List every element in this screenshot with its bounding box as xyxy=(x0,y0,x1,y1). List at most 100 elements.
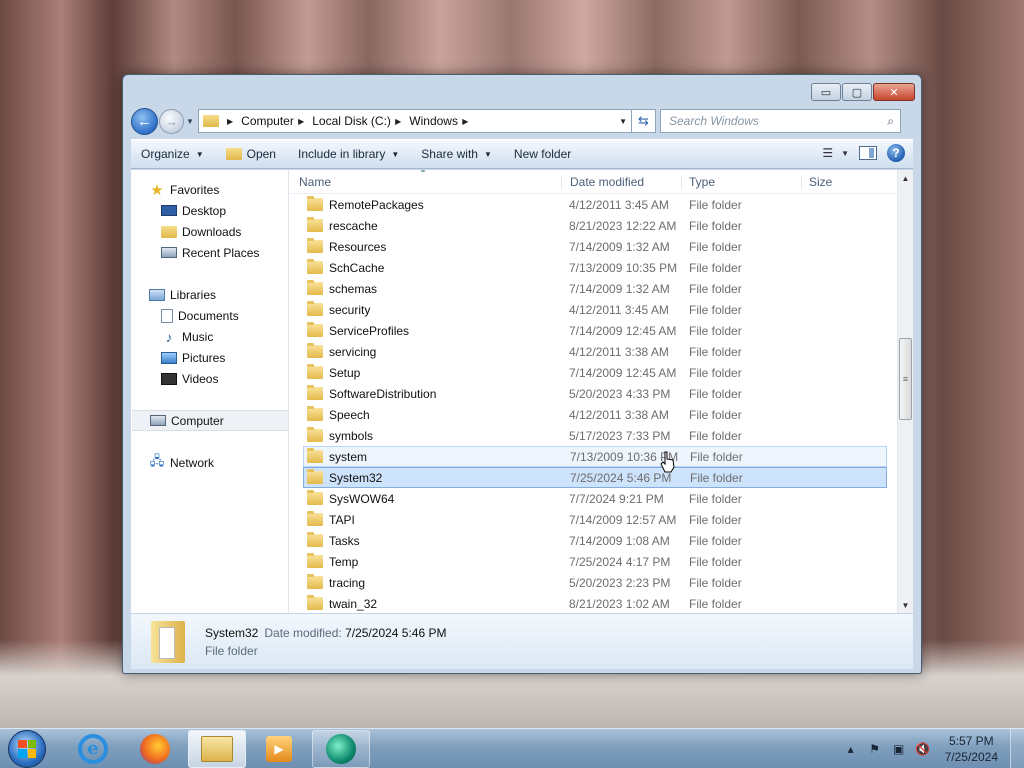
details-pane: System32 Date modified: 7/25/2024 5:46 PM… xyxy=(131,613,913,669)
column-header-date-modified[interactable]: Date modified xyxy=(561,174,681,189)
nav-videos[interactable]: Videos xyxy=(131,368,288,389)
taskbar-windows-explorer[interactable] xyxy=(188,729,246,768)
volume-muted-icon[interactable]: 🔇 xyxy=(915,741,931,757)
table-row[interactable]: SchCache 7/13/2009 10:35 PM File folder xyxy=(289,257,897,278)
refresh-button[interactable]: ⇆ xyxy=(632,109,656,133)
table-row[interactable]: schemas 7/14/2009 1:32 AM File folder xyxy=(289,278,897,299)
file-name-cell: System32 xyxy=(304,469,562,485)
new-folder-button[interactable]: New folder xyxy=(514,147,571,161)
action-center-flag-icon[interactable]: ⚑ xyxy=(867,741,883,757)
table-row[interactable]: security 4/12/2011 3:45 AM File folder xyxy=(289,299,897,320)
change-view-button[interactable]: ☰ ▼ xyxy=(822,146,849,160)
crumb-windows[interactable]: Windows ▶ xyxy=(409,114,476,128)
vertical-scrollbar[interactable]: ▲ ≡ ▼ xyxy=(897,170,913,613)
open-button[interactable]: Open xyxy=(225,147,276,161)
table-row[interactable]: Setup 7/14/2009 12:45 AM File folder xyxy=(289,362,897,383)
table-row[interactable]: symbols 5/17/2023 7:33 PM File folder xyxy=(289,425,897,446)
nav-favorites[interactable]: ★ Favorites xyxy=(131,179,288,200)
downloads-icon xyxy=(161,225,177,238)
taskbar-firefox[interactable] xyxy=(126,730,184,768)
chevron-right-icon[interactable]: ▶ xyxy=(393,117,401,126)
include-in-library-button[interactable]: Include in library ▼ xyxy=(298,147,399,161)
taskbar: e ▶ ▴ ⚑ ▣ 🔇 5:57 PM 7/25/2024 xyxy=(0,728,1024,768)
file-name-cell: SchCache xyxy=(289,259,561,275)
file-name-cell: schemas xyxy=(289,280,561,296)
table-row[interactable]: twain_32 8/21/2023 1:02 AM File folder xyxy=(289,593,897,613)
recent-places-icon xyxy=(161,247,177,258)
nav-network[interactable]: 🖧 Network xyxy=(131,452,288,473)
close-button[interactable]: ✕ xyxy=(873,83,915,101)
nav-computer[interactable]: Computer xyxy=(132,410,288,431)
preview-pane-icon[interactable] xyxy=(859,146,877,160)
crumb-local-disk[interactable]: Local Disk (C:) ▶ xyxy=(312,114,409,128)
clock[interactable]: 5:57 PM 7/25/2024 xyxy=(945,733,998,765)
back-arrow-icon: ← xyxy=(137,112,152,130)
taskbar-media-player[interactable]: ▶ xyxy=(250,730,308,768)
table-row[interactable]: system 7/13/2009 10:36 PM File folder xyxy=(303,446,887,467)
search-icon[interactable]: ⌕ xyxy=(887,114,894,129)
minimize-button[interactable]: ▭ xyxy=(811,83,841,101)
table-row[interactable]: Temp 7/25/2024 4:17 PM File folder xyxy=(289,551,897,572)
network-status-icon[interactable]: ▣ xyxy=(891,741,907,757)
column-header-size[interactable]: Size xyxy=(801,174,881,189)
date-modified-cell: 7/14/2009 1:32 AM xyxy=(569,239,670,254)
table-row[interactable]: servicing 4/12/2011 3:38 AM File folder xyxy=(289,341,897,362)
chevron-right-icon[interactable]: ▶ xyxy=(460,117,468,126)
nav-desktop[interactable]: Desktop xyxy=(131,200,288,221)
breadcrumb[interactable]: ▶ Computer ▶ Local Disk (C:) ▶ Windows ▶… xyxy=(198,109,632,133)
videos-icon xyxy=(161,372,177,385)
nav-recent-places[interactable]: Recent Places xyxy=(131,242,288,263)
scroll-up-icon[interactable]: ▲ xyxy=(898,170,913,186)
date-modified-cell: 7/13/2009 10:35 PM xyxy=(569,260,678,275)
table-row[interactable]: SoftwareDistribution 5/20/2023 4:33 PM Fil… xyxy=(289,383,897,404)
date-modified-cell: 4/12/2011 3:45 AM xyxy=(569,197,669,212)
taskbar-app-running[interactable] xyxy=(312,729,370,768)
computer-icon xyxy=(150,415,166,426)
nav-libraries[interactable]: Libraries xyxy=(131,284,288,305)
address-dropdown-icon[interactable]: ▼ xyxy=(619,117,627,126)
taskbar-internet-explorer[interactable]: e xyxy=(64,730,122,768)
chevron-right-icon[interactable]: ▶ xyxy=(296,117,304,126)
chevron-down-icon: ▼ xyxy=(391,149,400,159)
nav-pictures[interactable]: Pictures xyxy=(131,347,288,368)
column-header-type[interactable]: Type xyxy=(681,174,801,189)
forward-button[interactable]: → xyxy=(159,108,184,134)
search-input[interactable]: Search Windows ⌕ xyxy=(660,109,901,133)
table-row[interactable]: ServiceProfiles 7/14/2009 12:45 AM File fo… xyxy=(289,320,897,341)
maximize-button[interactable]: ▢ xyxy=(842,83,872,101)
libraries-icon xyxy=(149,288,165,301)
date-modified-cell: 7/14/2009 12:45 AM xyxy=(569,365,677,380)
back-button[interactable]: ← xyxy=(131,107,158,135)
table-row[interactable]: tracing 5/20/2023 2:23 PM File folder xyxy=(289,572,897,593)
scroll-down-icon[interactable]: ▼ xyxy=(898,597,913,613)
table-row[interactable]: Speech 4/12/2011 3:38 AM File folder xyxy=(289,404,897,425)
type-cell: File folder xyxy=(689,197,742,212)
date-modified-cell: 4/12/2011 3:38 AM xyxy=(569,344,669,359)
organize-button[interactable]: Organize ▼ xyxy=(141,147,204,161)
folder-icon xyxy=(307,322,323,337)
nav-music[interactable]: ♪ Music xyxy=(131,326,288,347)
show-hidden-icons-icon[interactable]: ▴ xyxy=(843,741,859,757)
table-row[interactable]: Resources 7/14/2009 1:32 AM File folder xyxy=(289,236,897,257)
type-cell: File folder xyxy=(689,365,742,380)
crumb-computer[interactable]: Computer ▶ xyxy=(241,114,312,128)
file-name-cell: servicing xyxy=(289,343,561,359)
recent-pages-dropdown[interactable]: ▼ xyxy=(184,117,196,126)
help-icon[interactable]: ? xyxy=(887,144,905,162)
nav-documents[interactable]: Documents xyxy=(131,305,288,326)
table-row[interactable]: TAPI 7/14/2009 12:57 AM File folder xyxy=(289,509,897,530)
start-button[interactable] xyxy=(8,729,46,768)
folder-icon xyxy=(307,217,323,232)
table-row[interactable]: SysWOW64 7/7/2024 9:21 PM File folder xyxy=(289,488,897,509)
nav-downloads[interactable]: Downloads xyxy=(131,221,288,242)
share-with-button[interactable]: Share with ▼ xyxy=(421,147,492,161)
table-row[interactable]: Tasks 7/14/2009 1:08 AM File folder xyxy=(289,530,897,551)
column-header-name[interactable]: ▲Name xyxy=(289,170,561,189)
table-row[interactable]: rescache 8/21/2023 12:22 AM File folder xyxy=(289,215,897,236)
scroll-thumb[interactable]: ≡ xyxy=(899,338,912,420)
table-row[interactable]: RemotePackages 4/12/2011 3:45 AM File fold… xyxy=(289,194,897,215)
show-desktop-button[interactable] xyxy=(1010,729,1024,768)
refresh-icon: ⇆ xyxy=(638,113,649,128)
folder-icon xyxy=(307,301,323,316)
table-row[interactable]: System32 7/25/2024 5:46 PM File folder xyxy=(303,467,887,488)
